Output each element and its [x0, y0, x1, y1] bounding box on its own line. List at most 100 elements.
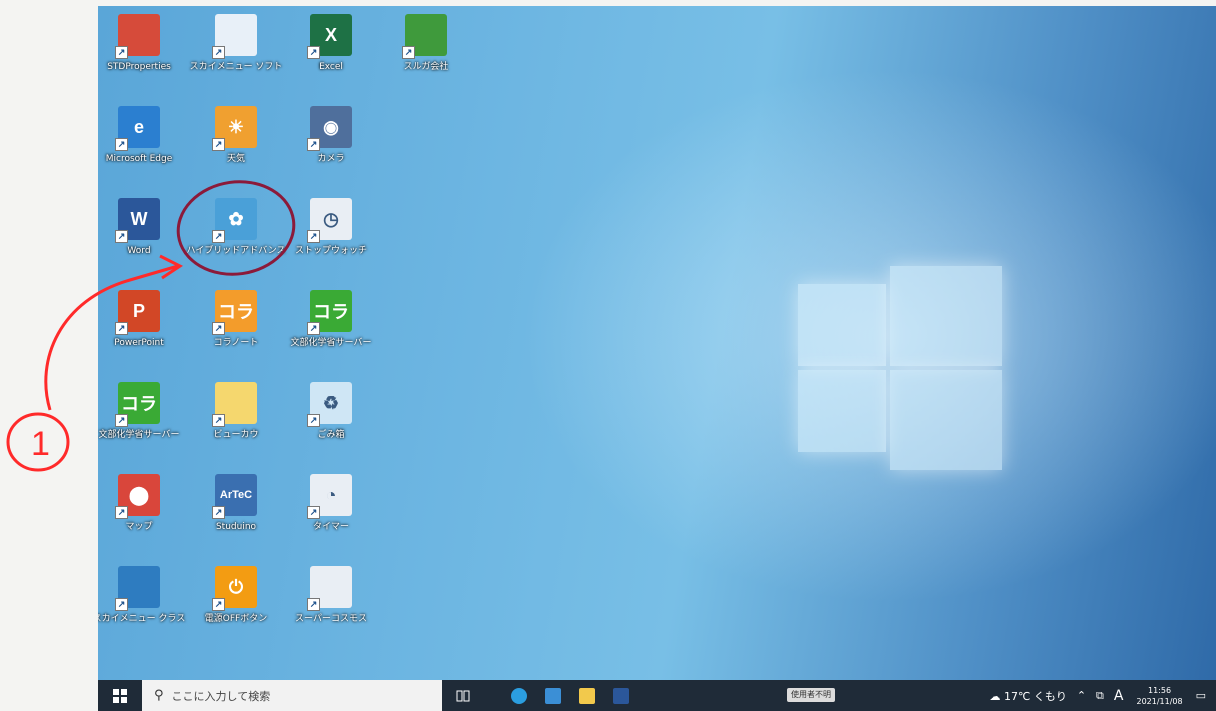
task-view-button[interactable] — [446, 680, 480, 711]
shortcut-arrow-icon: ↗ — [212, 138, 225, 151]
annotation-number: 1 — [31, 425, 50, 463]
desktop-icon[interactable]: ⬤ ↗ マップ — [98, 474, 185, 554]
shortcut-arrow-icon: ↗ — [212, 598, 225, 611]
desktop-icon-label: 文部化学省サーバー — [98, 430, 180, 440]
taskbar-word[interactable] — [604, 680, 638, 711]
desktop-icon-label: 天気 — [226, 154, 245, 164]
desktop-icon[interactable]: ↗ スルガ会社 — [380, 14, 472, 94]
kora-server-icon: コラ ↗ — [307, 290, 352, 335]
sky-menu-soft-icon: ↗ — [212, 14, 257, 59]
desktop-icon-label: ストップウォッチ — [294, 246, 367, 256]
desktop-icon[interactable]: ☀ ↗ 天気 — [190, 106, 282, 186]
taskbar-search-box[interactable]: ⚲ ここに入力して検索 — [142, 680, 442, 711]
camera-icon: ◉ ↗ — [307, 106, 352, 151]
notification-icon[interactable]: ▭ — [1196, 689, 1206, 702]
desktop-icon-label: マップ — [125, 522, 153, 532]
shortcut-arrow-icon: ↗ — [212, 46, 225, 59]
shortcut-arrow-icon: ↗ — [212, 322, 225, 335]
desktop-icon-label: タイマー — [312, 522, 349, 532]
desktop-icon[interactable]: P ↗ PowerPoint — [98, 290, 185, 370]
desktop-icon[interactable]: ✿ ↗ ハイブリッドアドバンス — [186, 198, 286, 278]
weather-icon: ☀ ↗ — [212, 106, 257, 151]
desktop-icon-label: 文部化学省サーバー — [290, 338, 372, 348]
clock[interactable]: 11:56 2021/11/08 — [1136, 685, 1182, 707]
desktop-icon-label: スーパーコスモス — [295, 614, 367, 624]
shortcut-arrow-icon: ↗ — [115, 322, 128, 335]
start-button[interactable] — [98, 680, 142, 711]
weather-widget[interactable]: ☁ 17℃ くもり — [989, 688, 1066, 704]
show-hidden-icons[interactable]: ⌃ — [1077, 689, 1086, 702]
desktop-icon-label: カメラ — [317, 154, 345, 164]
windows-logo-wallpaper — [798, 256, 1008, 470]
kora-server-2-icon: コラ ↗ — [115, 382, 160, 427]
annotation-number-circle — [6, 412, 70, 472]
shortcut-arrow-icon: ↗ — [307, 230, 320, 243]
desktop-icon[interactable]: X ↗ Excel — [285, 14, 377, 94]
search-icon: ⚲ — [154, 688, 164, 703]
shortcut-arrow-icon: ↗ — [212, 414, 225, 427]
network-icon: ↗ — [307, 566, 352, 611]
hybrid-advance-icon: ✿ ↗ — [212, 198, 257, 243]
desktop-icon-label: 電源OFFボタン — [204, 614, 268, 624]
desktop-icon[interactable]: ↗ スカイメニュー ソフト — [190, 14, 282, 94]
recycle-bin-icon: ♻ ↗ — [307, 382, 352, 427]
word-icon: W ↗ — [115, 198, 160, 243]
desktop-icon[interactable]: コラ ↗ コラノート — [190, 290, 282, 370]
search-placeholder: ここに入力して検索 — [171, 689, 271, 703]
edge-icon — [511, 687, 527, 704]
maps-icon: ⬤ ↗ — [115, 474, 160, 519]
desktop-icon-label: ビューカウ — [213, 430, 259, 440]
desktop-icon[interactable]: ⏻ ↗ 電源OFFボタン — [190, 566, 282, 646]
desktop-icon[interactable]: コラ ↗ 文部化学省サーバー — [285, 290, 377, 370]
desktop-icon[interactable]: ↗ STDProperties — [98, 14, 185, 94]
folder-app-icon: ↗ — [402, 14, 447, 59]
stdproperties-icon: ↗ — [115, 14, 160, 59]
desktop-icon-label: ごみ箱 — [317, 430, 345, 440]
desktop-icon-label: コラノート — [213, 338, 259, 348]
taskbar-file-explorer[interactable] — [570, 680, 604, 711]
shortcut-arrow-icon: ↗ — [115, 138, 128, 151]
task-view-icon — [456, 690, 470, 701]
desktop-icon-label: Microsoft Edge — [105, 154, 173, 164]
shortcut-arrow-icon: ↗ — [307, 138, 320, 151]
desktop-icon[interactable]: コラ ↗ 文部化学省サーバー — [98, 382, 185, 462]
shortcut-arrow-icon: ↗ — [307, 414, 320, 427]
desktop-icon-label: Excel — [319, 62, 343, 72]
shortcut-arrow-icon: ↗ — [307, 506, 320, 519]
desktop-icon[interactable]: ↗ スーパーコスモス — [285, 566, 377, 646]
shortcut-arrow-icon: ↗ — [115, 414, 128, 427]
shortcut-arrow-icon: ↗ — [307, 598, 320, 611]
taskbar-edge[interactable] — [502, 680, 536, 711]
word-icon — [613, 687, 629, 704]
shortcut-arrow-icon: ↗ — [307, 46, 320, 59]
ime-indicator[interactable]: A — [1114, 688, 1124, 704]
shortcut-arrow-icon: ↗ — [212, 230, 225, 243]
cloud-icon: ☁ — [989, 689, 1001, 703]
taskbar: ⚲ ここに入力して検索 使用者不明 ☁ 17℃ くもり ⌃ ⧉ A 11:56 … — [98, 680, 1216, 711]
desktop-icon-label: PowerPoint — [114, 338, 164, 348]
desktop-icon[interactable]: e ↗ Microsoft Edge — [98, 106, 185, 186]
clock-time: 11:56 — [1148, 685, 1172, 695]
clock-date: 2021/11/08 — [1136, 696, 1183, 706]
sky-menu-class-icon: ↗ — [115, 566, 160, 611]
app-window-icon — [545, 687, 561, 704]
desktop-icon[interactable]: W ↗ Word — [98, 198, 185, 278]
network-tray-icon[interactable]: ⧉ — [1096, 689, 1104, 703]
taskbar-app-2[interactable] — [536, 680, 570, 711]
desktop-icon[interactable]: ◷ ↗ ストップウォッチ — [285, 198, 377, 278]
desktop-icon[interactable]: ◔ ↗ タイマー — [285, 474, 377, 554]
edge-icon: e ↗ — [115, 106, 160, 151]
shortcut-arrow-icon: ↗ — [402, 46, 415, 59]
stopwatch-icon: ◷ ↗ — [307, 198, 352, 243]
system-tray: ☁ 17℃ くもり ⌃ ⧉ A 11:56 2021/11/08 ▭ — [984, 680, 1216, 711]
desktop-icon[interactable]: ↗ ビューカウ — [190, 382, 282, 462]
desktop-icon[interactable]: ArTeC ↗ Studuino — [190, 474, 282, 554]
shortcut-arrow-icon: ↗ — [115, 46, 128, 59]
desktop-icon[interactable]: ♻ ↗ ごみ箱 — [285, 382, 377, 462]
shortcut-arrow-icon: ↗ — [115, 598, 128, 611]
desktop-icon[interactable]: ↗ スカイメニュー クラス — [98, 566, 185, 646]
status-pill[interactable]: 使用者不明 — [787, 688, 835, 702]
desktop-icon[interactable]: ◉ ↗ カメラ — [285, 106, 377, 186]
shortcut-arrow-icon: ↗ — [212, 506, 225, 519]
desktop-icon-label: スカイメニュー ソフト — [189, 62, 283, 72]
